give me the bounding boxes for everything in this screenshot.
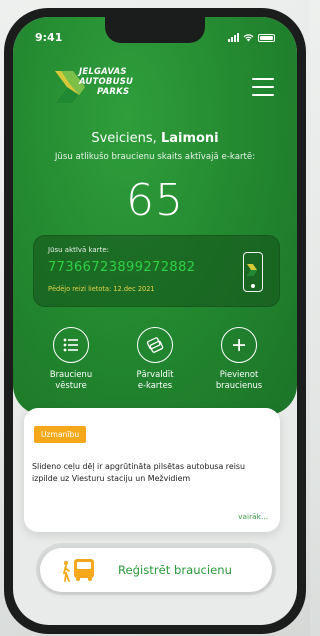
cards-icon (137, 327, 173, 363)
brand-logo[interactable]: JELGAVAS AUTOBUSU PARKS (51, 65, 161, 109)
active-card-label: Jūsu aktīvā karte: (48, 246, 110, 254)
brand-line-3: PARKS (97, 87, 130, 97)
register-ride-button[interactable]: Reģistrēt braucienu (40, 548, 272, 592)
active-card[interactable]: Jūsu aktīvā karte: 77366723899272882 Pēd… (33, 235, 280, 307)
ride-history-button[interactable]: Braucienu vēsture (31, 327, 111, 391)
notice-card: Uzmanību Slideno ceļu dēļ ir apgrūtināta… (24, 408, 280, 532)
notice-badge: Uzmanību (34, 426, 87, 443)
phone-logo-icon (247, 264, 257, 276)
notice-text: Slideno ceļu dēļ ir apgrūtināta pilsētas… (32, 462, 246, 483)
wifi-icon (243, 34, 254, 42)
mobile-phone-icon (243, 252, 263, 292)
add-rides-label: Pievienot braucienus (215, 369, 263, 390)
ride-history-label: Braucienu vēsture (49, 369, 93, 390)
menu-icon[interactable] (252, 78, 274, 96)
phone-frame: 9:41 JELGAVAS AUTOBUSU PARKS Sveiciens, … (4, 8, 306, 634)
bus-icon (62, 559, 94, 582)
brand-line-2: AUTOBUSU (79, 77, 134, 87)
user-name: Laimoni (160, 131, 219, 146)
add-rides-button[interactable]: Pievienot braucienus (199, 327, 279, 391)
status-bar: 9:41 (13, 31, 297, 47)
rides-subtitle: Jūsu atlikušo braucienu skaits aktīvajā … (54, 152, 256, 162)
active-card-last-used: Pēdējo reizi lietota: 12.dec 2021 (48, 285, 155, 293)
manage-cards-button[interactable]: Pārvaldīt e-kartes (115, 327, 195, 391)
status-icons (228, 33, 275, 42)
list-icon (53, 327, 89, 363)
manage-cards-label: Pārvaldīt e-kartes (136, 369, 174, 390)
quick-actions: Braucienu vēsture Pārvaldīt e-kartes Pie… (13, 327, 297, 407)
active-card-number: 77366723899272882 (48, 260, 196, 275)
battery-icon (258, 34, 275, 42)
notice-more-link[interactable]: vairāk... (238, 512, 268, 521)
greeting: Sveiciens, Laimoni (13, 131, 297, 146)
register-ride-label: Reģistrēt braucienu (118, 563, 232, 577)
signal-icon (228, 33, 239, 42)
plus-icon (221, 327, 257, 363)
brand-name: JELGAVAS AUTOBUSU PARKS (79, 67, 133, 97)
greeting-prefix: Sveiciens, (91, 131, 161, 146)
brand-line-1: JELGAVAS (79, 67, 127, 77)
rides-count: 65 (126, 175, 184, 226)
status-time: 9:41 (35, 31, 63, 44)
app-screen: 9:41 JELGAVAS AUTOBUSU PARKS Sveiciens, … (13, 17, 297, 625)
